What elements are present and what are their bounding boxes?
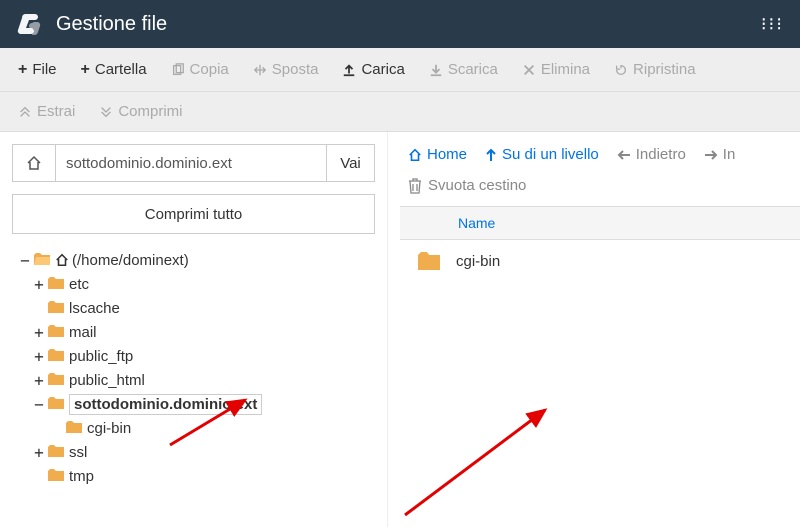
- new-file-button[interactable]: +File: [8, 55, 67, 85]
- tree-item-label: cgi-bin: [87, 420, 131, 437]
- go-button[interactable]: Vai: [327, 144, 375, 182]
- header-menu-icon[interactable]: ⁝⁝⁝: [761, 14, 784, 35]
- cpanel-logo-icon: [12, 8, 44, 40]
- tree-item[interactable]: + ssl: [32, 440, 375, 464]
- compress-button[interactable]: Comprimi: [89, 97, 192, 126]
- move-button[interactable]: Sposta: [243, 55, 329, 84]
- path-bar: Vai: [12, 144, 375, 182]
- extract-button[interactable]: Estrai: [8, 97, 85, 126]
- compress-all-button[interactable]: Comprimi tutto: [12, 194, 375, 234]
- expand-icon[interactable]: +: [32, 466, 46, 486]
- expand-icon[interactable]: +: [32, 371, 46, 390]
- tree-item[interactable]: + lscache: [32, 296, 375, 320]
- tree-item-label: public_html: [69, 372, 145, 389]
- tree-item-label: tmp: [69, 468, 94, 485]
- trash-icon: [408, 178, 422, 194]
- folder-icon: [48, 373, 64, 387]
- folder-icon: [48, 349, 64, 363]
- table-row[interactable]: cgi-bin: [400, 240, 800, 282]
- folder-icon: [66, 421, 82, 435]
- expand-icon[interactable]: +: [32, 275, 46, 294]
- folder-icon: [48, 277, 64, 291]
- home-icon: [408, 148, 422, 162]
- tree-item-label: etc: [69, 276, 89, 293]
- expand-icon[interactable]: −: [32, 395, 46, 414]
- home-button[interactable]: [12, 144, 56, 182]
- path-input[interactable]: [56, 144, 327, 182]
- tree-item-label: mail: [69, 324, 97, 341]
- folder-open-icon: [34, 253, 50, 267]
- tree-item[interactable]: − sottodominio.dominio.ext: [32, 392, 375, 416]
- file-name: cgi-bin: [456, 253, 500, 270]
- tree-item[interactable]: + public_html: [32, 368, 375, 392]
- upload-button[interactable]: Carica: [332, 55, 414, 84]
- app-title: Gestione file: [56, 13, 167, 36]
- folder-icon: [418, 252, 440, 270]
- tree-item-label: public_ftp: [69, 348, 133, 365]
- new-folder-button[interactable]: +Cartella: [71, 55, 157, 85]
- col-name[interactable]: Name: [458, 215, 495, 231]
- table-header[interactable]: Name: [400, 206, 800, 240]
- expand-icon[interactable]: +: [32, 298, 46, 318]
- folder-icon: [48, 325, 64, 339]
- tree-root[interactable]: − (/home/dominext): [18, 248, 375, 272]
- nav-home[interactable]: Home: [408, 146, 467, 163]
- up-arrow-icon: [485, 148, 497, 162]
- folder-icon: [48, 397, 64, 411]
- toolbar-primary: +File +Cartella Copia Sposta Carica Scar…: [0, 48, 800, 92]
- expand-icon[interactable]: +: [32, 347, 46, 366]
- tree-item[interactable]: + tmp: [32, 464, 375, 488]
- tree-item[interactable]: + cgi-bin: [50, 416, 375, 440]
- toolbar-secondary: Estrai Comprimi: [0, 92, 800, 132]
- tree-item-label: lscache: [69, 300, 120, 317]
- nav-back[interactable]: Indietro: [617, 146, 686, 163]
- folder-icon: [48, 445, 64, 459]
- tree-root-label: (/home/dominext): [72, 252, 189, 269]
- download-button[interactable]: Scarica: [419, 55, 508, 84]
- app-header: Gestione file ⁝⁝⁝: [0, 0, 800, 48]
- folder-icon: [48, 301, 64, 315]
- sidebar: Vai Comprimi tutto − (/home/dominext) + e…: [0, 132, 388, 527]
- home-icon: [26, 155, 42, 171]
- expand-icon[interactable]: +: [32, 443, 46, 462]
- collapse-icon[interactable]: −: [18, 251, 32, 270]
- folder-tree: − (/home/dominext) + etc + lscache + mail + pub…: [12, 248, 375, 488]
- tree-item-label: ssl: [69, 444, 87, 461]
- right-arrow-icon: [704, 149, 718, 161]
- nav-forward[interactable]: In: [704, 146, 736, 163]
- expand-icon[interactable]: +: [32, 323, 46, 342]
- breadcrumb-nav: Home Su di un livello Indietro In: [400, 144, 800, 173]
- delete-button[interactable]: Elimina: [512, 55, 600, 84]
- tree-item[interactable]: + etc: [32, 272, 375, 296]
- main-panel: Home Su di un livello Indietro In Svuota…: [388, 132, 800, 527]
- tree-item[interactable]: + mail: [32, 320, 375, 344]
- tree-item-label: sottodominio.dominio.ext: [69, 394, 262, 415]
- tree-item[interactable]: + public_ftp: [32, 344, 375, 368]
- restore-button[interactable]: Ripristina: [604, 55, 706, 84]
- folder-icon: [48, 469, 64, 483]
- empty-trash-button[interactable]: Svuota cestino: [400, 173, 800, 206]
- copy-button[interactable]: Copia: [161, 55, 239, 84]
- left-arrow-icon: [617, 149, 631, 161]
- home-icon: [55, 253, 69, 267]
- nav-up[interactable]: Su di un livello: [485, 146, 599, 163]
- expand-icon[interactable]: +: [50, 418, 64, 438]
